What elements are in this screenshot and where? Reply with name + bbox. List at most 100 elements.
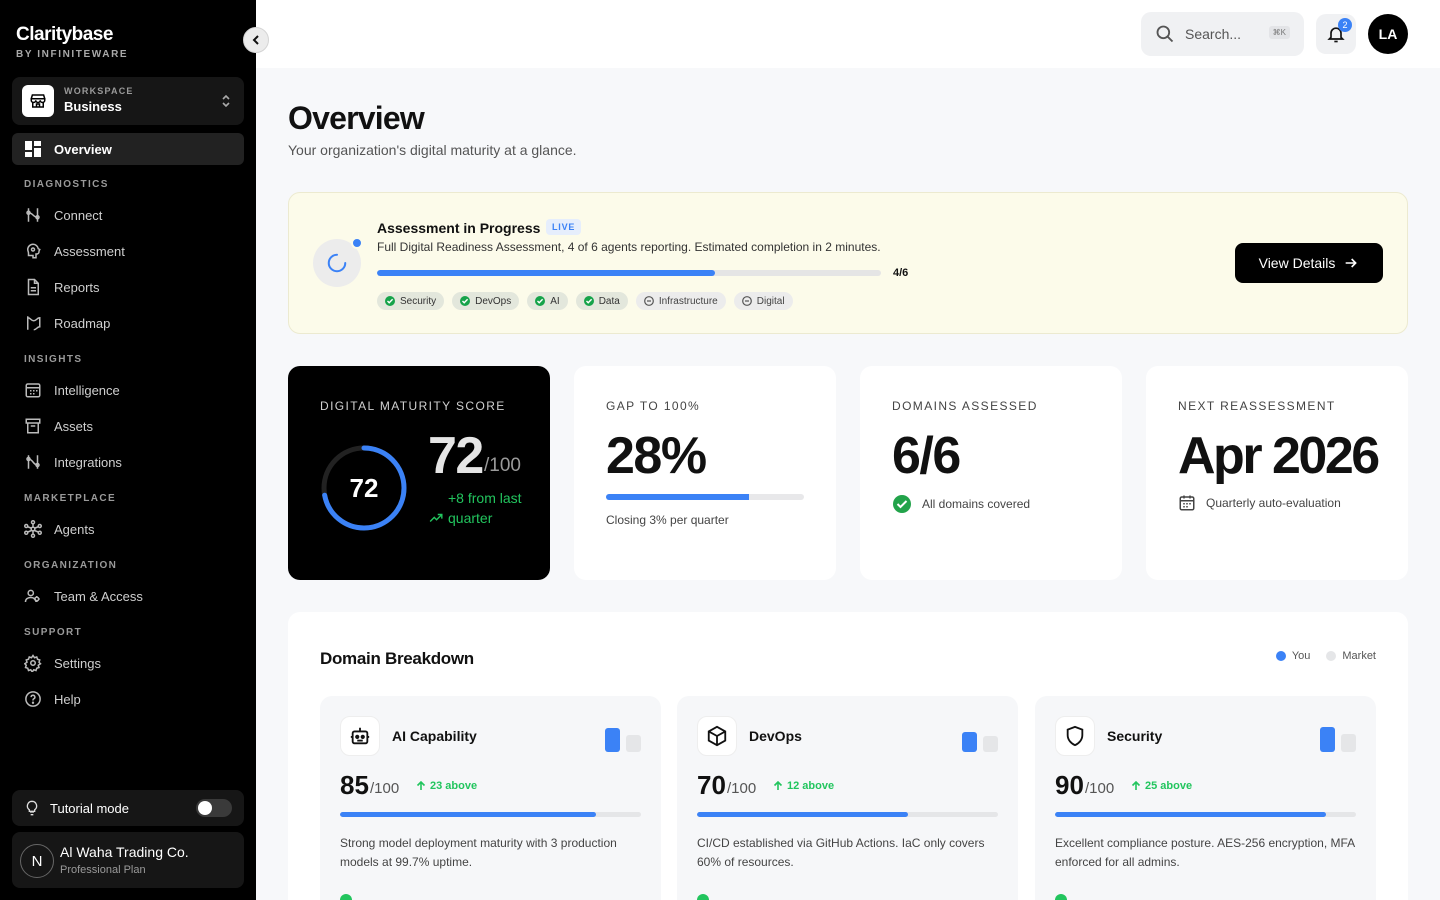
domain-progress-fill (340, 812, 596, 817)
domain-card[interactable]: DevOps 70/100 12 above CI/CD established vi… (677, 696, 1018, 900)
gap-note: Closing 3% per quarter (606, 513, 729, 527)
search-input[interactable]: Search... ⌘K (1141, 12, 1304, 56)
domain-score-max: /100 (1085, 780, 1115, 797)
sidebar-item-intelligence[interactable]: Intelligence (12, 374, 244, 406)
maturity-trend: +8 from last quarter (448, 490, 522, 526)
cube-icon (697, 716, 737, 756)
brand[interactable]: Claritybase BY INFINITEWARE (16, 24, 128, 60)
top-bar: Search... ⌘K 2 LA (256, 0, 1440, 68)
sidebar-item-settings[interactable]: Settings (12, 647, 244, 679)
next-reassessment-note-text: Quarterly auto-evaluation (1206, 496, 1341, 510)
domain-above-market: 12 above (773, 780, 834, 792)
shield-icon (1055, 716, 1095, 756)
domain-score: 70 (697, 770, 726, 800)
domains-card: DOMAINS ASSESSED 6/6 All domains covered (860, 366, 1122, 580)
domain-comparison-bars (1320, 724, 1356, 752)
dashboard-icon (25, 141, 41, 157)
legend-swatch-you (1275, 651, 1286, 661)
assessment-title: Assessment in Progress (377, 220, 541, 236)
domain-comparison-bars (605, 724, 641, 752)
sidebar-item-integrations[interactable]: Integrations (12, 446, 244, 478)
search-shortcut: ⌘K (1268, 26, 1290, 39)
workspace-switcher[interactable]: WORKSPACE Business (12, 77, 244, 125)
check-circle-icon (893, 495, 911, 513)
calendar-grid-icon (25, 383, 41, 398)
robot-icon (340, 716, 380, 756)
sidebar-item-help[interactable]: Help (12, 683, 244, 715)
section-organization: ORGANIZATION (24, 560, 118, 571)
domain-description: Strong model deployment maturity with 3 … (340, 836, 617, 869)
status-dot (340, 894, 352, 900)
domain-card[interactable]: AI Capability 85/100 23 above Strong model … (320, 696, 661, 900)
check-circle-icon (460, 296, 471, 306)
sidebar-item-connect[interactable]: Connect (12, 199, 244, 231)
tutorial-mode-toggle[interactable] (196, 799, 232, 817)
domain-name: Security (1107, 728, 1163, 744)
next-reassessment-card: NEXT REASSESSMENT Apr 2026 Quarterly aut… (1146, 366, 1408, 580)
arrow-up-icon (1131, 781, 1141, 790)
domain-description: CI/CD established via GitHub Actions. Ia… (697, 836, 985, 869)
domain-chip-label: AI (550, 295, 560, 307)
sidebar-item-label: Roadmap (54, 315, 111, 331)
gear-icon (24, 654, 42, 672)
domain-chip: DevOps (452, 292, 520, 310)
domain-progress-bar (340, 812, 641, 817)
user-avatar[interactable]: LA (1368, 14, 1408, 54)
sidebar-item-reports[interactable]: Reports (12, 271, 244, 303)
domain-progress-bar (1055, 812, 1356, 817)
workspace-label: WORKSPACE (64, 86, 134, 96)
pending-circle-icon (643, 296, 654, 306)
domain-above-market: 25 above (1131, 780, 1192, 792)
next-reassessment-value: Apr 2026 (1178, 427, 1380, 485)
assessment-progress-fill (377, 270, 715, 276)
domain-breakdown-title: Domain Breakdown (320, 649, 474, 668)
legend-you: You (1275, 650, 1310, 662)
search-placeholder: Search... (1185, 26, 1242, 42)
check-circle-icon (583, 296, 594, 306)
check-circle-icon (385, 296, 395, 306)
maturity-gauge: 72 (320, 444, 408, 532)
sidebar-item-label: Intelligence (54, 382, 120, 398)
assessment-banner: Assessment in Progress LIVE Full Digital… (288, 192, 1408, 334)
domain-card[interactable]: Security 90/100 25 above Excellent complian… (1035, 696, 1376, 900)
domain-bar-market (1341, 733, 1356, 752)
store-icon (22, 85, 54, 117)
organization-card[interactable]: N Al Waha Trading Co. Professional Plan (12, 832, 244, 888)
section-marketplace: MARKETPLACE (24, 493, 117, 504)
org-avatar: N (20, 844, 54, 878)
sidebar-item-assets[interactable]: Assets (12, 410, 244, 442)
view-details-button[interactable]: View Details (1235, 243, 1383, 283)
search-icon (1156, 25, 1174, 43)
section-insights: INSIGHTS (24, 354, 83, 365)
tutorial-mode-label: Tutorial mode (50, 800, 129, 816)
collapse-sidebar-button[interactable] (243, 27, 269, 53)
sidebar-item-team[interactable]: Team & Access (12, 580, 244, 612)
lightbulb-icon (26, 800, 38, 816)
sidebar-item-label: Integrations (54, 454, 122, 470)
gap-card: GAP TO 100% 28% Closing 3% per quarter (574, 366, 836, 580)
gap-value: 28% (606, 427, 707, 485)
sidebar-item-assessment[interactable]: Assessment (12, 235, 244, 267)
sidebar-item-roadmap[interactable]: Roadmap (12, 307, 244, 339)
assessment-progress-bar (377, 270, 881, 276)
card-label: NEXT REASSESSMENT (1178, 399, 1336, 413)
assessment-description: Full Digital Readiness Assessment, 4 of … (377, 240, 881, 254)
connect-icon (26, 208, 40, 222)
legend-market-label: Market (1342, 650, 1376, 662)
document-icon (27, 278, 39, 296)
sidebar-item-overview[interactable]: Overview (12, 133, 244, 165)
card-label: DOMAINS ASSESSED (892, 399, 1038, 413)
maturity-score-max: /100 (484, 455, 521, 476)
domains-note-text: All domains covered (922, 497, 1031, 511)
live-indicator-dot (351, 237, 363, 249)
tutorial-mode-row: Tutorial mode (12, 790, 244, 826)
sidebar-item-label: Agents (54, 521, 95, 537)
sidebar-item-agents[interactable]: Agents (12, 513, 244, 545)
notifications-button[interactable]: 2 (1316, 14, 1356, 54)
domain-chip: Security (377, 292, 445, 310)
domain-progress-fill (697, 812, 908, 817)
network-icon (24, 520, 42, 538)
domain-bar-market (983, 735, 998, 752)
brand-name: Claritybase (16, 24, 113, 45)
maturity-score-card: DIGITAL MATURITY SCORE 72 72 /100 +8 fro… (288, 366, 550, 580)
